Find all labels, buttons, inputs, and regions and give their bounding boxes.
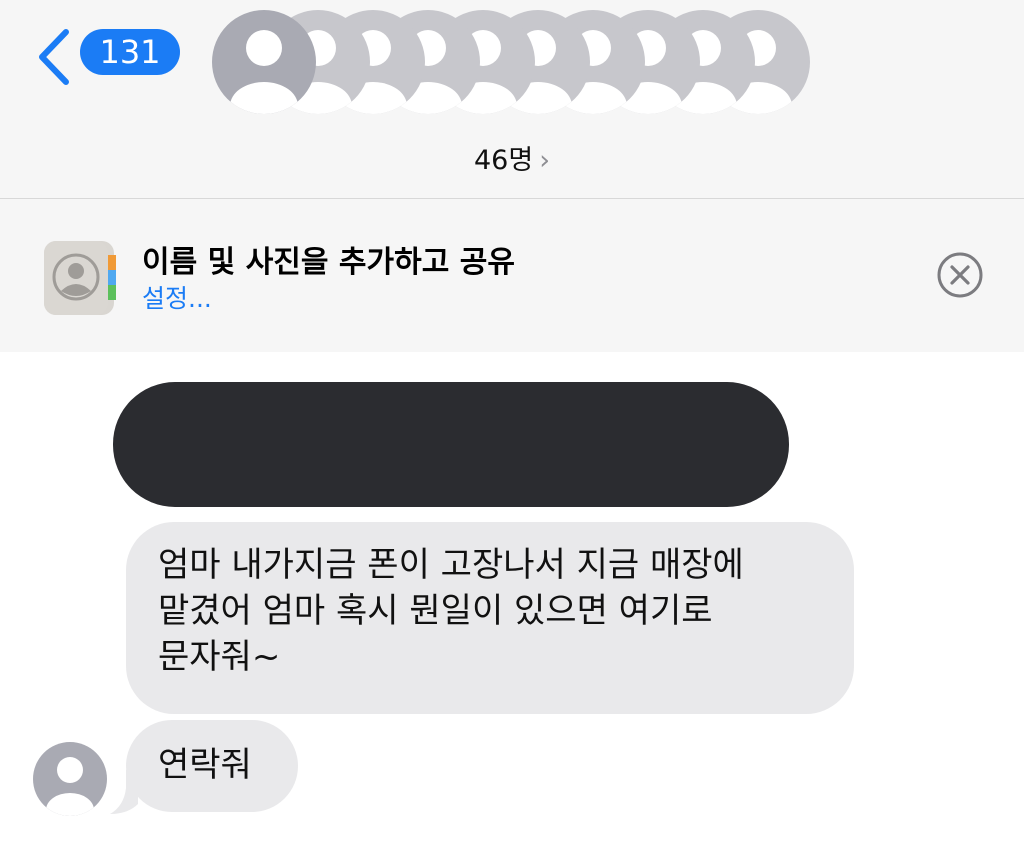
setup-link[interactable]: 설정... <box>142 279 212 315</box>
avatar <box>212 10 316 114</box>
sender-avatar[interactable] <box>33 742 107 816</box>
message-text: 연락줘 <box>158 745 252 785</box>
message-line: 엄마 내가지금 폰이 고장나서 지금 매장에 <box>158 545 744 585</box>
back-button[interactable]: 131 <box>28 22 180 86</box>
message-bubble[interactable]: 연락줘 <box>126 720 298 812</box>
chevron-left-icon <box>39 29 69 85</box>
unread-count-badge: 131 <box>80 29 180 75</box>
member-count-label: 46명 <box>473 145 534 176</box>
message-bubble[interactable]: 엄마 내가지금 폰이 고장나서 지금 매장에 맡겼어 엄마 혹시 뭔일이 있으면… <box>126 522 854 714</box>
banner-title: 이름 및 사진을 추가하고 공유 <box>142 245 515 280</box>
member-count-button[interactable]: 46명 › <box>0 138 1024 177</box>
conversation-header: 131 46명 › <box>0 0 1024 199</box>
redacted-message-bubble <box>113 382 789 507</box>
close-banner-button[interactable] <box>936 251 984 299</box>
group-avatar-stack[interactable] <box>210 10 830 115</box>
chevron-right-icon: › <box>539 145 550 176</box>
share-name-photo-banner: 이름 및 사진을 추가하고 공유 설정... <box>0 199 1024 352</box>
close-circle-icon <box>937 252 983 298</box>
person-placeholder-icon <box>46 757 94 816</box>
person-placeholder-icon <box>230 30 298 114</box>
message-line: 문자줘~ <box>158 637 281 677</box>
message-line: 맡겼어 엄마 혹시 뭔일이 있으면 여기로 <box>158 591 713 631</box>
contacts-app-icon <box>44 241 118 315</box>
